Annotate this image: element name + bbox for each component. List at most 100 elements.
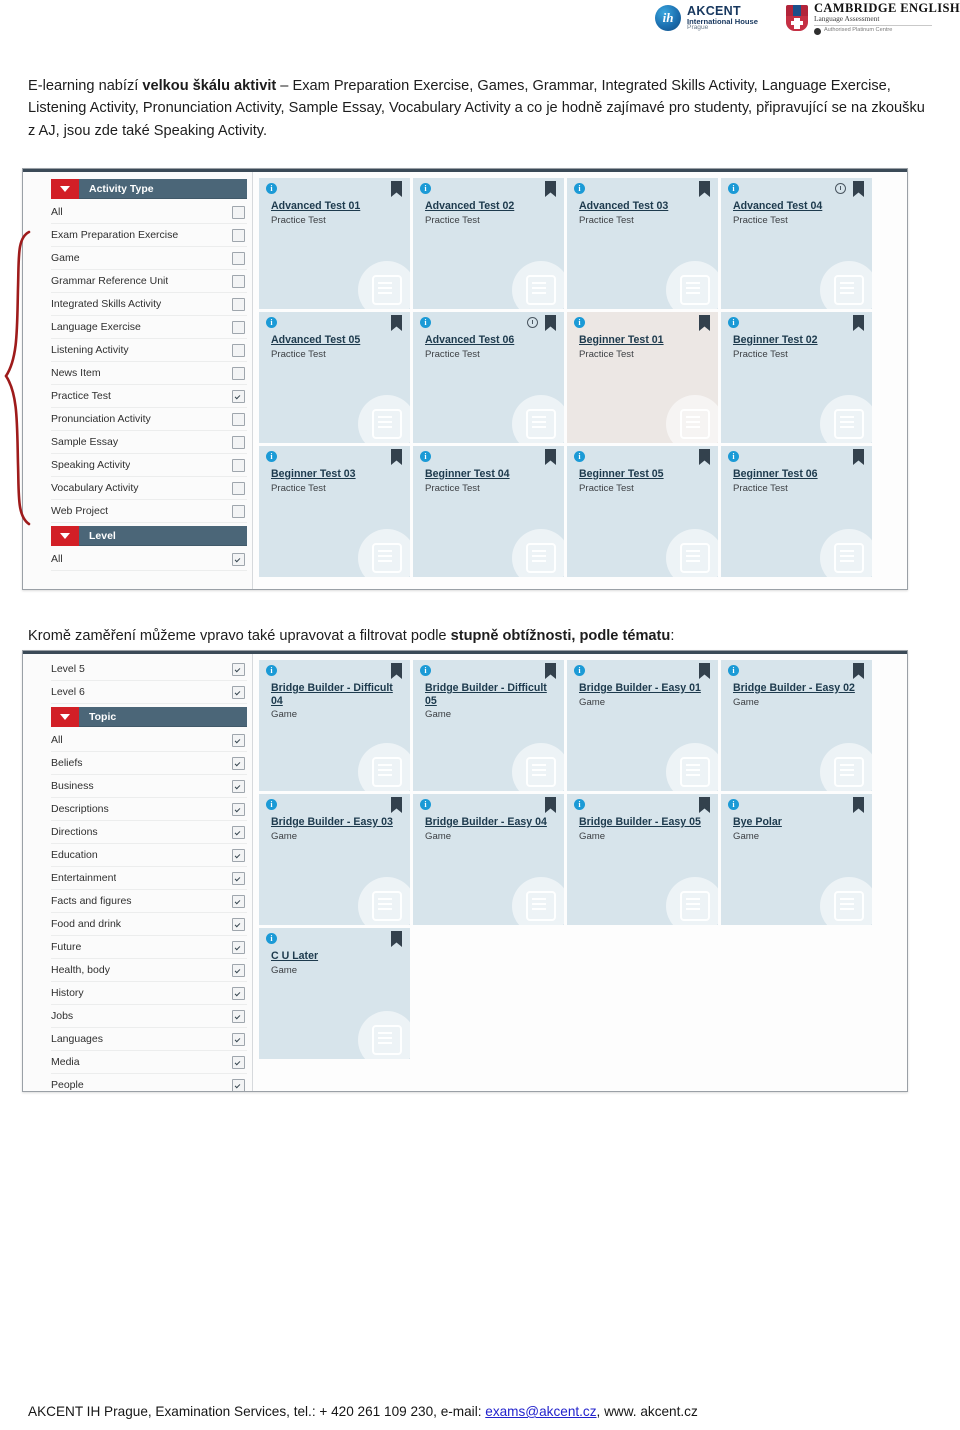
info-icon[interactable]: i bbox=[266, 451, 277, 462]
filter-checkbox[interactable] bbox=[232, 412, 245, 426]
activity-card[interactable]: i Bridge Builder - Difficult 04 Game bbox=[259, 660, 410, 791]
activity-card-title[interactable]: Bridge Builder - Easy 02 bbox=[733, 682, 862, 695]
bookmark-icon[interactable] bbox=[391, 797, 402, 813]
info-icon[interactable]: i bbox=[266, 799, 277, 810]
activity-card[interactable]: i Advanced Test 01 Practice Test bbox=[259, 178, 410, 309]
activity-card-title[interactable]: Advanced Test 04 bbox=[733, 200, 862, 213]
activity-card-title[interactable]: Bridge Builder - Difficult 05 bbox=[425, 682, 554, 707]
activity-card[interactable]: i Advanced Test 06 Practice Test bbox=[413, 312, 564, 443]
activity-card[interactable]: i Advanced Test 04 Practice Test bbox=[721, 178, 872, 309]
activity-card-title[interactable]: C U Later bbox=[271, 950, 400, 963]
activity-card[interactable]: i Bridge Builder - Easy 03 Game bbox=[259, 794, 410, 925]
filter-checkbox[interactable] bbox=[232, 662, 245, 676]
activity-card-title[interactable]: Beginner Test 05 bbox=[579, 468, 708, 481]
filter-row-web-project[interactable]: Web Project bbox=[51, 500, 247, 523]
chevron-down-icon[interactable] bbox=[51, 179, 79, 199]
info-icon[interactable]: i bbox=[420, 451, 431, 462]
filter-row-practice-test[interactable]: Practice Test bbox=[51, 385, 247, 408]
info-icon[interactable]: i bbox=[266, 933, 277, 944]
filter-row-vocabulary-activity[interactable]: Vocabulary Activity bbox=[51, 477, 247, 500]
info-icon[interactable]: i bbox=[574, 183, 585, 194]
bookmark-icon[interactable] bbox=[545, 181, 556, 197]
filter-row-beliefs[interactable]: Beliefs bbox=[51, 752, 247, 775]
activity-card-title[interactable]: Bye Polar bbox=[733, 816, 862, 829]
bookmark-icon[interactable] bbox=[391, 931, 402, 947]
chevron-down-icon[interactable] bbox=[51, 707, 79, 727]
footer-email-link[interactable]: exams@akcent.cz bbox=[485, 1404, 596, 1419]
bookmark-icon[interactable] bbox=[853, 663, 864, 679]
filter-row-language-exercise[interactable]: Language Exercise bbox=[51, 316, 247, 339]
info-icon[interactable]: i bbox=[728, 799, 739, 810]
filter-row-media[interactable]: Media bbox=[51, 1051, 247, 1074]
bookmark-icon[interactable] bbox=[391, 663, 402, 679]
activity-card[interactable]: i Advanced Test 05 Practice Test bbox=[259, 312, 410, 443]
activity-card[interactable]: i Beginner Test 02 Practice Test bbox=[721, 312, 872, 443]
filter-checkbox[interactable] bbox=[232, 733, 245, 747]
activity-card[interactable]: i Beginner Test 04 Practice Test bbox=[413, 446, 564, 577]
filter-row-health-body[interactable]: Health, body bbox=[51, 959, 247, 982]
filter-row-descriptions[interactable]: Descriptions bbox=[51, 798, 247, 821]
activity-card-title[interactable]: Bridge Builder - Easy 04 bbox=[425, 816, 554, 829]
filter-checkbox[interactable] bbox=[232, 894, 245, 908]
filter-checkbox[interactable] bbox=[232, 1032, 245, 1046]
history-clock-icon[interactable] bbox=[527, 317, 538, 328]
history-clock-icon[interactable] bbox=[835, 183, 846, 194]
activity-card[interactable]: i Bridge Builder - Difficult 05 Game bbox=[413, 660, 564, 791]
filter-row-pronunciation-activity[interactable]: Pronunciation Activity bbox=[51, 408, 247, 431]
activity-card-title[interactable]: Advanced Test 05 bbox=[271, 334, 400, 347]
bookmark-icon[interactable] bbox=[391, 449, 402, 465]
filter-checkbox[interactable] bbox=[232, 297, 245, 311]
activity-card-title[interactable]: Advanced Test 02 bbox=[425, 200, 554, 213]
activity-card[interactable]: i Bye Polar Game bbox=[721, 794, 872, 925]
activity-card-title[interactable]: Bridge Builder - Difficult 04 bbox=[271, 682, 400, 707]
bookmark-icon[interactable] bbox=[853, 315, 864, 331]
filter-row-directions[interactable]: Directions bbox=[51, 821, 247, 844]
bookmark-icon[interactable] bbox=[545, 449, 556, 465]
bookmark-icon[interactable] bbox=[545, 797, 556, 813]
chevron-down-icon[interactable] bbox=[51, 526, 79, 546]
activity-card[interactable]: i Beginner Test 05 Practice Test bbox=[567, 446, 718, 577]
filter-row-grammar-reference-unit[interactable]: Grammar Reference Unit bbox=[51, 270, 247, 293]
filter-checkbox[interactable] bbox=[232, 458, 245, 472]
filter-row-game[interactable]: Game bbox=[51, 247, 247, 270]
info-icon[interactable]: i bbox=[728, 183, 739, 194]
activity-card-title[interactable]: Beginner Test 02 bbox=[733, 334, 862, 347]
bookmark-icon[interactable] bbox=[391, 315, 402, 331]
activity-card-title[interactable]: Beginner Test 04 bbox=[425, 468, 554, 481]
filter-checkbox[interactable] bbox=[232, 205, 245, 219]
filter-row-facts-and-figures[interactable]: Facts and figures bbox=[51, 890, 247, 913]
bookmark-icon[interactable] bbox=[699, 797, 710, 813]
info-icon[interactable]: i bbox=[574, 451, 585, 462]
activity-card[interactable]: i Beginner Test 01 Practice Test bbox=[567, 312, 718, 443]
info-icon[interactable]: i bbox=[574, 665, 585, 676]
activity-card[interactable]: i Beginner Test 06 Practice Test bbox=[721, 446, 872, 577]
info-icon[interactable]: i bbox=[728, 665, 739, 676]
filter-row-education[interactable]: Education bbox=[51, 844, 247, 867]
filter-checkbox[interactable] bbox=[232, 871, 245, 885]
activity-card[interactable]: i Advanced Test 02 Practice Test bbox=[413, 178, 564, 309]
filter-row-news-item[interactable]: News Item bbox=[51, 362, 247, 385]
bookmark-icon[interactable] bbox=[545, 315, 556, 331]
info-icon[interactable]: i bbox=[266, 183, 277, 194]
filter-checkbox[interactable] bbox=[232, 435, 245, 449]
filter-checkbox[interactable] bbox=[232, 848, 245, 862]
info-icon[interactable]: i bbox=[266, 317, 277, 328]
filter-checkbox[interactable] bbox=[232, 1078, 245, 1091]
filter-checkbox[interactable] bbox=[232, 552, 245, 566]
info-icon[interactable]: i bbox=[728, 317, 739, 328]
info-icon[interactable]: i bbox=[728, 451, 739, 462]
activity-card-title[interactable]: Beginner Test 03 bbox=[271, 468, 400, 481]
activity-card[interactable]: i Beginner Test 03 Practice Test bbox=[259, 446, 410, 577]
filter-row-future[interactable]: Future bbox=[51, 936, 247, 959]
filter-row-all[interactable]: All bbox=[51, 548, 247, 571]
filter-checkbox[interactable] bbox=[232, 504, 245, 518]
activity-card-title[interactable]: Beginner Test 06 bbox=[733, 468, 862, 481]
info-icon[interactable]: i bbox=[420, 665, 431, 676]
activity-card[interactable]: i C U Later Game bbox=[259, 928, 410, 1059]
info-icon[interactable]: i bbox=[574, 317, 585, 328]
activity-card-title[interactable]: Bridge Builder - Easy 03 bbox=[271, 816, 400, 829]
activity-card-title[interactable]: Advanced Test 06 bbox=[425, 334, 554, 347]
filter-row-integrated-skills-activity[interactable]: Integrated Skills Activity bbox=[51, 293, 247, 316]
info-icon[interactable]: i bbox=[420, 183, 431, 194]
filter-row-all[interactable]: All bbox=[51, 729, 247, 752]
